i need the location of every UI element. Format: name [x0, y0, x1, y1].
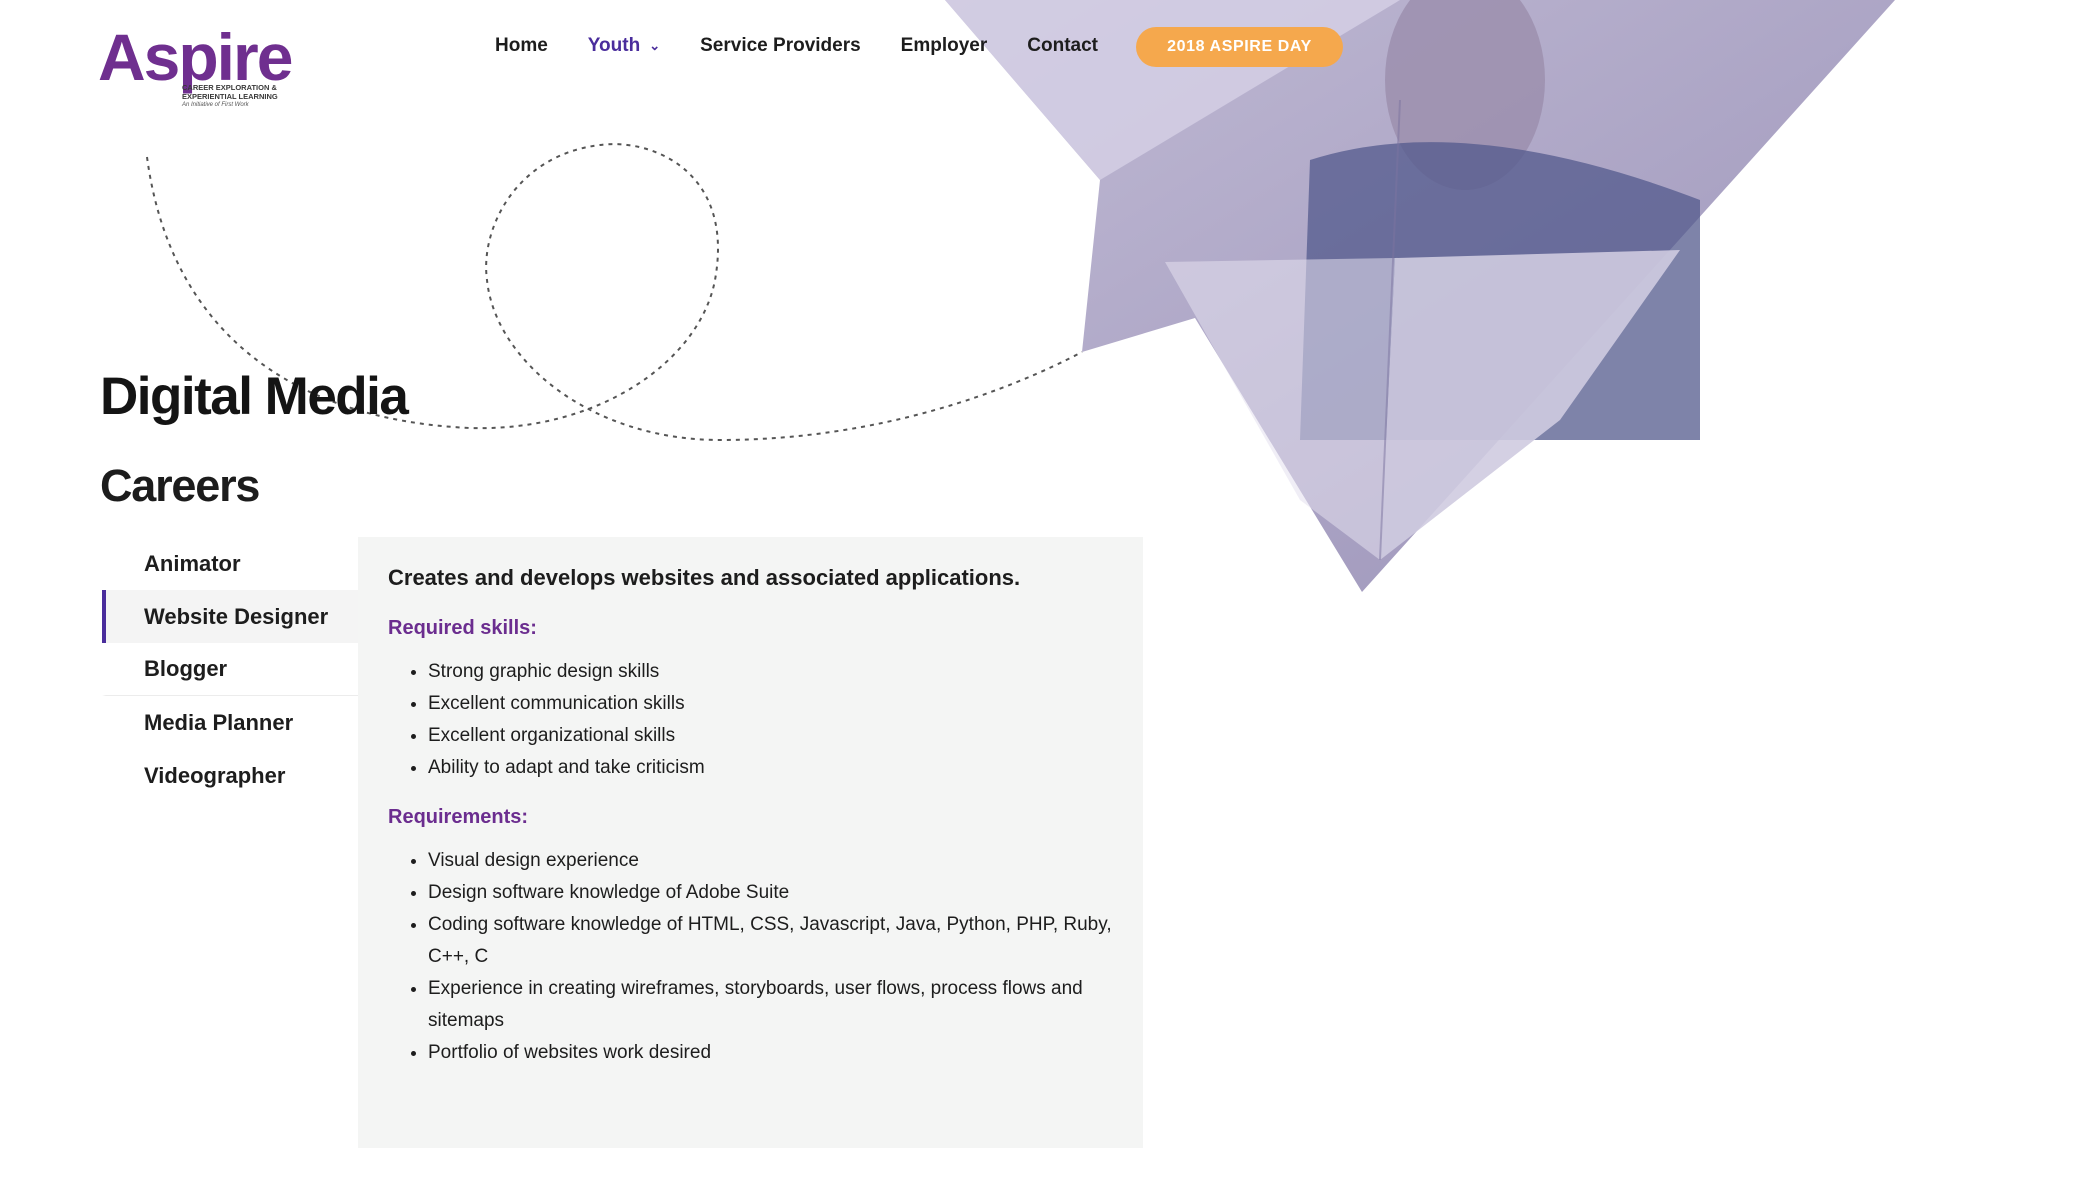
skill-item: Excellent organizational skills [428, 720, 1113, 752]
skill-item: Ability to adapt and take criticism [428, 752, 1113, 784]
logo-tagline: CAREER EXPLORATION & EXPERIENTIAL LEARNI… [182, 83, 278, 101]
requirement-item: Experience in creating wireframes, story… [428, 973, 1113, 1037]
requirements-list: Visual design experience Design software… [388, 845, 1113, 1069]
nav-employer[interactable]: Employer [901, 35, 988, 57]
requirement-item: Coding software knowledge of HTML, CSS, … [428, 909, 1113, 973]
tab-blogger[interactable]: Blogger [102, 643, 358, 696]
page-title: Digital Media [100, 367, 409, 426]
aspire-day-button[interactable]: 2018 ASPIRE DAY [1136, 27, 1343, 67]
aspire-logo[interactable]: Aspire CAREER EXPLORATION & EXPERIENTIAL… [98, 20, 293, 114]
requirement-item: Design software knowledge of Adobe Suite [428, 877, 1113, 909]
career-detail-panel: Creates and develops websites and associ… [358, 537, 1143, 1148]
nav-contact[interactable]: Contact [1027, 35, 1098, 57]
career-tabs: Animator Website Designer Blogger Media … [102, 537, 358, 802]
skills-list: Strong graphic design skills Excellent c… [388, 656, 1113, 784]
requirement-item: Visual design experience [428, 845, 1113, 877]
section-title: Careers [100, 460, 260, 511]
requirement-item: Portfolio of websites work desired [428, 1037, 1113, 1069]
main-nav: Home Youth ⌄ Service Providers Employer … [495, 28, 1138, 64]
nav-home[interactable]: Home [495, 35, 548, 57]
tab-media-planner[interactable]: Media Planner [102, 696, 358, 749]
tab-videographer[interactable]: Videographer [102, 749, 358, 802]
logo-sub-tagline: An Initiative of First Work [182, 102, 249, 108]
career-description: Creates and develops websites and associ… [388, 565, 1021, 590]
tab-animator[interactable]: Animator [102, 537, 358, 590]
chevron-down-icon: ⌄ [649, 38, 661, 53]
skill-item: Excellent communication skills [428, 688, 1113, 720]
nav-youth-label: Youth [587, 35, 641, 56]
logo-wordmark: Aspire [98, 20, 293, 94]
requirements-heading: Requirements: [388, 806, 529, 828]
nav-youth[interactable]: Youth ⌄ [588, 35, 660, 57]
tab-website-designer[interactable]: Website Designer [102, 590, 358, 643]
nav-service-providers[interactable]: Service Providers [700, 35, 861, 57]
skills-heading: Required skills: [388, 617, 537, 639]
skill-item: Strong graphic design skills [428, 656, 1113, 688]
